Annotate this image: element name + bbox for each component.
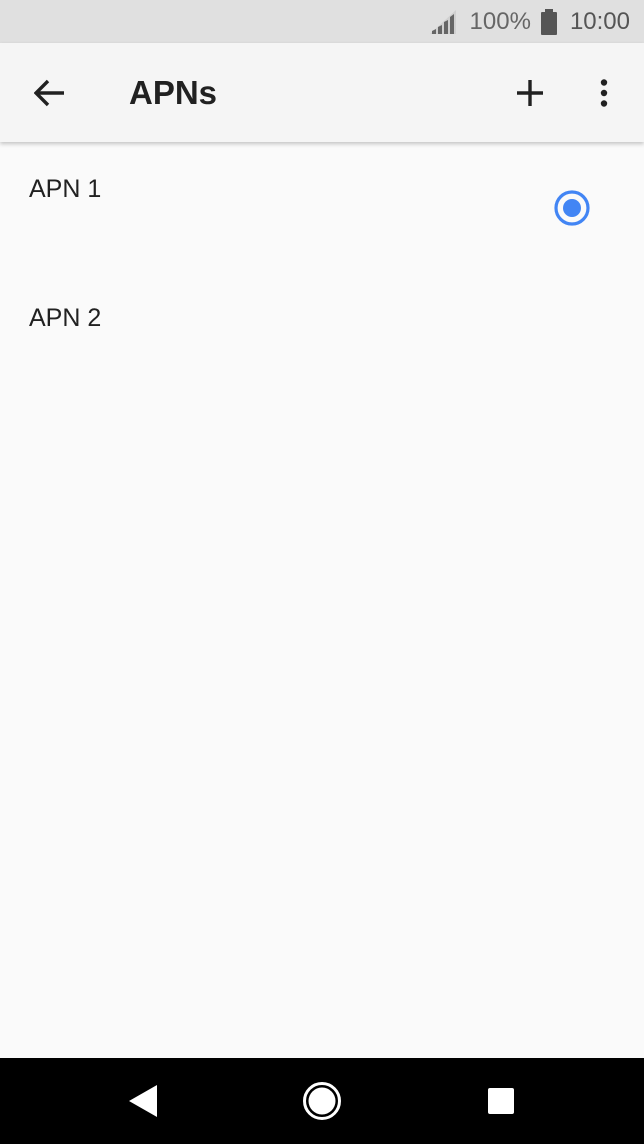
status-indicators: 100% 10:00 [429,0,630,43]
nav-back-button[interactable] [113,1071,173,1131]
nav-home-circle-icon [303,1082,341,1120]
nav-back-triangle-icon [129,1085,157,1117]
status-bar: 100% 10:00 [0,0,644,43]
nav-home-button[interactable] [292,1071,352,1131]
battery-full-icon [540,8,557,35]
add-apn-button[interactable] [500,63,560,123]
app-bar: APNs [0,43,644,142]
apn-settings-screen: 100% 10:00 APNs APN 1 APN 2 [0,0,644,1144]
status-clock: 10:00 [569,7,630,35]
more-vert-icon [600,79,608,107]
nav-recents-button[interactable] [471,1071,531,1131]
cell-signal-icon [429,9,456,34]
more-options-button[interactable] [574,63,634,123]
back-button[interactable] [20,63,80,123]
apn-list-item[interactable]: APN 2 [0,271,644,400]
nav-recents-square-icon [488,1088,514,1114]
radio-selected-icon[interactable] [554,190,590,226]
page-title: APNs [129,74,218,111]
apn-list: APN 1 APN 2 [0,142,644,400]
apn-name: APN 1 [29,175,102,203]
plus-icon [517,80,543,106]
apn-list-item[interactable]: APN 1 [0,142,644,271]
apn-name: APN 2 [29,304,102,332]
navigation-bar [0,1058,644,1144]
battery-percentage: 100% [469,7,531,35]
arrow-back-icon [34,79,64,107]
